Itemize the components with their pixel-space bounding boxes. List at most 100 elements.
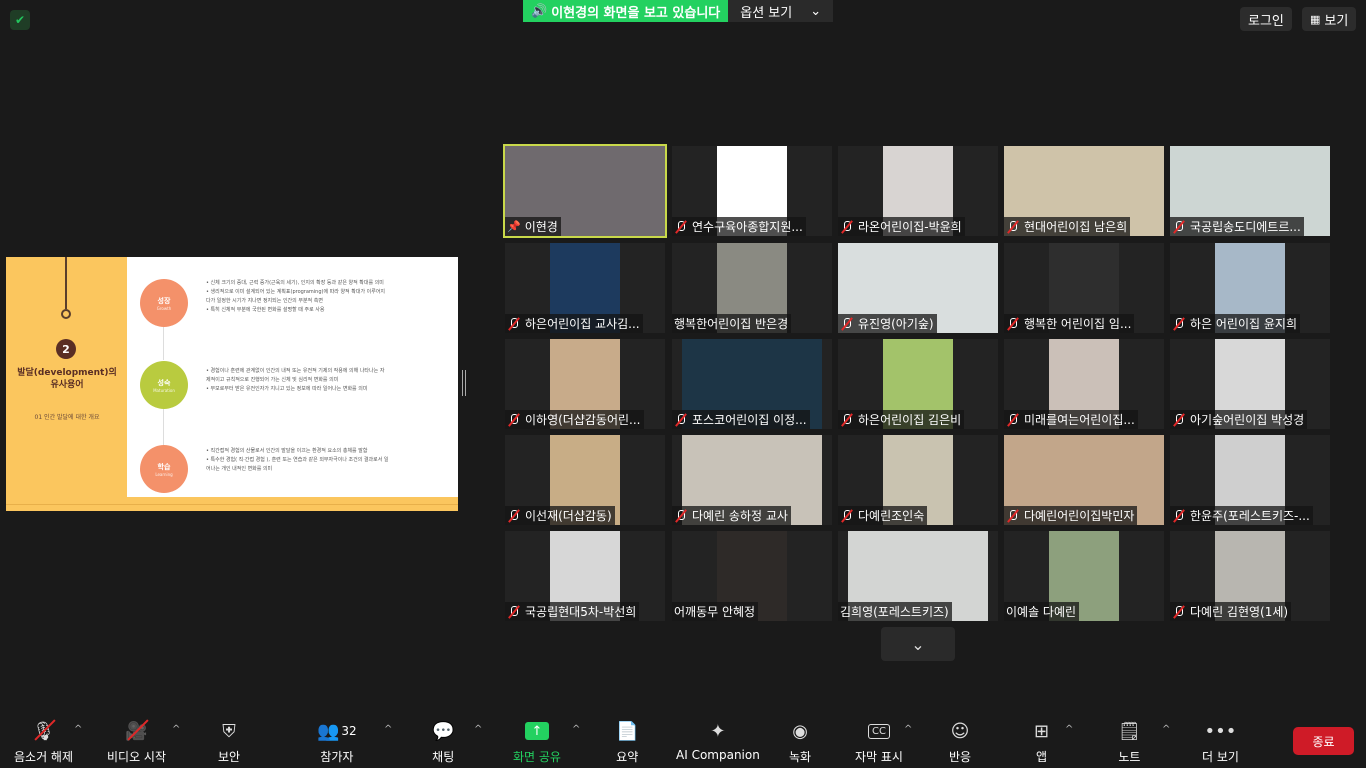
microphone-muted-icon <box>1172 509 1186 523</box>
participant-tile[interactable]: 포스코어린이집 이정... <box>672 339 832 429</box>
participant-name: 국공립현대5차-박선희 <box>525 605 637 619</box>
participant-tile[interactable]: 유진영(아기숲) <box>838 243 998 333</box>
record-button[interactable]: ◉ 녹화 <box>789 718 811 765</box>
end-meeting-button[interactable]: 종료 <box>1293 727 1354 755</box>
login-label: 로그인 <box>1248 13 1284 29</box>
captions-button[interactable]: CC 자막 표시 <box>855 718 903 765</box>
participant-name-label: 김희영(포레스트키즈) <box>838 602 952 621</box>
shared-screen-slide[interactable]: 2 발달(development)의 유사용어 01 인간 발달에 대한 개요 … <box>6 257 458 511</box>
microphone-muted-icon <box>840 220 854 234</box>
notes-label: 노트 <box>1118 750 1141 764</box>
view-options-label: 옵션 보기 <box>740 5 793 21</box>
participant-tile[interactable]: 다예린어린이집박민자 <box>1004 435 1164 525</box>
participant-tile[interactable]: 📌 이현경 <box>503 144 667 238</box>
participant-name: 행복한어린이집 반은경 <box>674 317 789 331</box>
sharing-status: 🔊 이현경의 화면을 보고 있습니다 <box>523 0 729 22</box>
participant-tile[interactable]: 하은어린이집 교사김... <box>505 243 665 333</box>
participant-tile[interactable]: 김희영(포레스트키즈) <box>838 531 998 621</box>
participant-name: 행복한 어린이집 임... <box>1024 317 1132 331</box>
participant-tile[interactable]: 행복한 어린이집 임... <box>1004 243 1164 333</box>
participant-tile[interactable]: 다예린조인숙 <box>838 435 998 525</box>
participants-label: 참가자 <box>320 750 354 764</box>
video-off-icon: 🎥 <box>125 718 147 744</box>
term-eng: Maturation <box>153 387 175 393</box>
share-screen-button[interactable]: ↑ 화면 공유 <box>513 718 561 765</box>
participant-tile[interactable]: 행복한어린이집 반은경 <box>672 243 832 333</box>
summary-button[interactable]: 📄 요약 <box>616 718 638 765</box>
participant-tile[interactable]: 다예린 송하정 교사 <box>672 435 832 525</box>
chat-bubble-icon: 💬 <box>432 720 455 742</box>
share-caret-icon[interactable]: ^ <box>572 724 580 735</box>
end-label: 종료 <box>1312 734 1335 749</box>
participant-tile[interactable]: 아기숲어린이집 박성경 <box>1170 339 1330 429</box>
more-label: 더 보기 <box>1202 750 1239 764</box>
participant-name: 한윤주(포레스트키즈-... <box>1190 509 1310 523</box>
video-options-caret-icon[interactable]: ^ <box>172 724 180 735</box>
participant-tile[interactable]: 이선재(더샵감동) <box>505 435 665 525</box>
login-button[interactable]: 로그인 <box>1240 7 1292 31</box>
participant-name-label: 하은어린이집 교사김... <box>505 314 643 333</box>
participant-name-label: 이하영(더샵감동어린... <box>505 410 644 429</box>
view-options-button[interactable]: 옵션 보기 ⌄ <box>728 0 834 22</box>
microphone-muted-icon <box>674 220 688 234</box>
participant-name-label: 연수구육아종합지원... <box>672 217 806 236</box>
learning-bullets: • 직간접적 경험의 산물로서 인간의 발달을 이끄는 환경적 요소의 총체를 … <box>206 447 446 474</box>
record-icon: ◉ <box>792 720 808 742</box>
participant-tile[interactable]: 현대어린이집 남은희 <box>1004 146 1164 236</box>
participant-tile[interactable]: 라온어린이집-박윤희 <box>838 146 998 236</box>
participant-name-label: 다예린 김현영(1세) <box>1170 602 1292 621</box>
slide-footer-line <box>6 504 458 505</box>
participant-tile[interactable]: 국공립현대5차-박선희 <box>505 531 665 621</box>
participant-tile[interactable]: 이하영(더샵감동어린... <box>505 339 665 429</box>
notes-caret-icon[interactable]: ^ <box>1162 724 1170 735</box>
participants-caret-icon[interactable]: ^ <box>384 724 392 735</box>
reactions-button[interactable]: ☺ 반응 <box>949 718 971 765</box>
bullet-text: • 경험이나 훈련에 관계없이 인간의 내적 또는 유전적 기제의 작용에 의해… <box>206 368 385 374</box>
participant-name: 아기숲어린이집 박성경 <box>1190 413 1305 427</box>
participant-name-label: 📌 이현경 <box>505 217 561 236</box>
participant-tile[interactable]: 연수구육아종합지원... <box>672 146 832 236</box>
meeting-toolbar: 🎙 음소거 해제 ^ 🎥 비디오 시작 ^ ⛨ 보안 👥 32 참가자 ^ 💬 채… <box>0 712 1366 768</box>
participant-tile[interactable]: 어깨동무 안혜정 <box>672 531 832 621</box>
participant-name-label: 다예린 송하정 교사 <box>672 506 791 525</box>
start-video-button[interactable]: 🎥 비디오 시작 <box>107 718 166 765</box>
participant-name-label: 행복한어린이집 반은경 <box>672 314 792 333</box>
participant-name: 김희영(포레스트키즈) <box>840 605 949 619</box>
participants-button[interactable]: 👥 32 참가자 <box>317 718 357 765</box>
panel-resize-handle[interactable] <box>462 370 466 396</box>
participant-name-label: 미래를여는어린이집... <box>1004 410 1138 429</box>
participant-tile[interactable]: 이예솔 다예린 <box>1004 531 1164 621</box>
apps-button[interactable]: ⊞ 앱 <box>1034 718 1049 765</box>
view-button[interactable]: ▦ 보기 <box>1302 7 1357 31</box>
chat-caret-icon[interactable]: ^ <box>474 724 482 735</box>
microphone-muted-icon <box>840 413 854 427</box>
apps-icon: ⊞ <box>1034 720 1050 742</box>
microphone-muted-icon <box>1006 220 1020 234</box>
audio-options-caret-icon[interactable]: ^ <box>74 724 82 735</box>
participant-name-label: 이예솔 다예린 <box>1004 602 1080 621</box>
apps-caret-icon[interactable]: ^ <box>1065 724 1073 735</box>
participant-tile[interactable]: 하은 어린이집 윤지희 <box>1170 243 1330 333</box>
notes-button[interactable]: 🗒 노트 <box>1118 718 1141 765</box>
participant-tile[interactable]: 한윤주(포레스트키즈-... <box>1170 435 1330 525</box>
participant-tile[interactable]: 국공립송도디에트르... <box>1170 146 1330 236</box>
security-button[interactable]: ⛨ 보안 <box>218 718 240 765</box>
encryption-shield-icon[interactable]: ✔ <box>10 10 30 30</box>
participant-name: 이하영(더샵감동어린... <box>525 413 641 427</box>
more-button[interactable]: ••• 더 보기 <box>1202 718 1239 765</box>
security-label: 보안 <box>218 750 241 764</box>
bullet-text: • 특히 신체적 부분에 국한된 변화를 설명할 때 주로 사용 <box>206 307 325 313</box>
shield-icon: ⛨ <box>222 720 236 742</box>
participant-tile[interactable]: 다예린 김현영(1세) <box>1170 531 1330 621</box>
unmute-button[interactable]: 🎙 음소거 해제 <box>14 718 73 765</box>
reactions-label: 반응 <box>949 750 972 764</box>
ai-companion-button[interactable]: ✦ AI Companion <box>676 718 760 763</box>
lamp-cord <box>65 257 67 309</box>
share-screen-icon: ↑ <box>524 718 549 744</box>
participant-tile[interactable]: 하은어린이집 김은비 <box>838 339 998 429</box>
notes-icon: 🗒 <box>1118 720 1141 742</box>
next-page-button[interactable]: ⌄ <box>881 627 955 661</box>
participant-tile[interactable]: 미래를여는어린이집... <box>1004 339 1164 429</box>
captions-caret-icon[interactable]: ^ <box>904 724 912 735</box>
chat-button[interactable]: 💬 채팅 <box>432 718 454 765</box>
